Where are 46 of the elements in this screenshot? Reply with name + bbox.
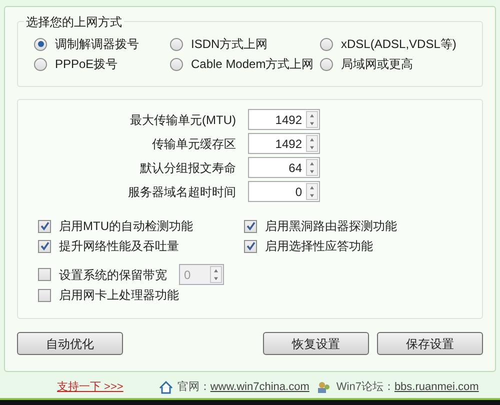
- checkbox-label: 启用选择性应答功能: [265, 238, 373, 255]
- site-label: 官网：: [177, 380, 210, 395]
- radio-label: PPPoE拨号: [55, 56, 118, 73]
- checkbox-label: 设置系统的保留带宽: [59, 266, 167, 284]
- spinner-arrows-icon[interactable]: [306, 111, 318, 128]
- users-icon: [317, 380, 332, 394]
- group-title: 选择您的上网方式: [24, 13, 124, 31]
- radio-label: Cable Modem方式上网: [191, 56, 314, 73]
- field-label: 服务器域名超时时间: [127, 184, 237, 200]
- forum-label: Win7论坛：: [336, 380, 394, 395]
- radio-button[interactable]: [320, 58, 333, 70]
- spinner-arrows-icon[interactable]: [306, 159, 318, 176]
- spin-field[interactable]: 1492: [248, 109, 320, 130]
- support-link[interactable]: 支持一下 >>>: [57, 378, 124, 396]
- forum-link[interactable]: bbs.ruanmei.com: [394, 378, 479, 396]
- checkbox[interactable]: [38, 220, 51, 232]
- radio-button[interactable]: [170, 58, 183, 70]
- spin-field[interactable]: 0: [248, 181, 320, 202]
- radio-button[interactable]: [170, 38, 183, 50]
- checkbox[interactable]: [244, 240, 257, 252]
- radio-button[interactable]: [34, 58, 47, 70]
- action-button[interactable]: 保存设置: [377, 332, 483, 355]
- home-icon: [159, 380, 174, 394]
- spin-field[interactable]: 64: [248, 157, 320, 178]
- spin-field[interactable]: 1492: [248, 133, 320, 154]
- checkbox-label: 启用MTU的自动检测功能: [59, 218, 193, 235]
- checkbox-label: 启用黑洞路由器探测功能: [265, 218, 397, 235]
- checkbox-label: 启用网卡上处理器功能: [59, 287, 179, 304]
- checkbox-label: 提升网络性能及吞吐量: [59, 238, 179, 255]
- radio-button[interactable]: [34, 38, 47, 50]
- radio-label: xDSL(ADSL,VDSL等): [341, 36, 456, 53]
- action-button[interactable]: 自动优化: [17, 332, 123, 355]
- radio-label: 调制解调器拨号: [55, 36, 139, 53]
- site-link[interactable]: www.win7china.com: [210, 378, 310, 396]
- spinner-arrows-icon[interactable]: [306, 135, 318, 152]
- action-button[interactable]: 恢复设置: [263, 332, 369, 355]
- spinner-arrows-icon[interactable]: [306, 183, 318, 200]
- radio-label: ISDN方式上网: [191, 36, 268, 53]
- field-label: 最大传输单元(MTU): [129, 112, 237, 128]
- radio-label: 局域网或更高: [341, 56, 413, 73]
- checkbox[interactable]: [38, 240, 51, 252]
- checkbox[interactable]: [38, 288, 51, 302]
- field-label: 默认分组报文寿命: [139, 160, 237, 176]
- radio-button[interactable]: [320, 38, 333, 50]
- checkbox[interactable]: [244, 220, 257, 232]
- field-label: 传输单元缓存区: [151, 136, 237, 152]
